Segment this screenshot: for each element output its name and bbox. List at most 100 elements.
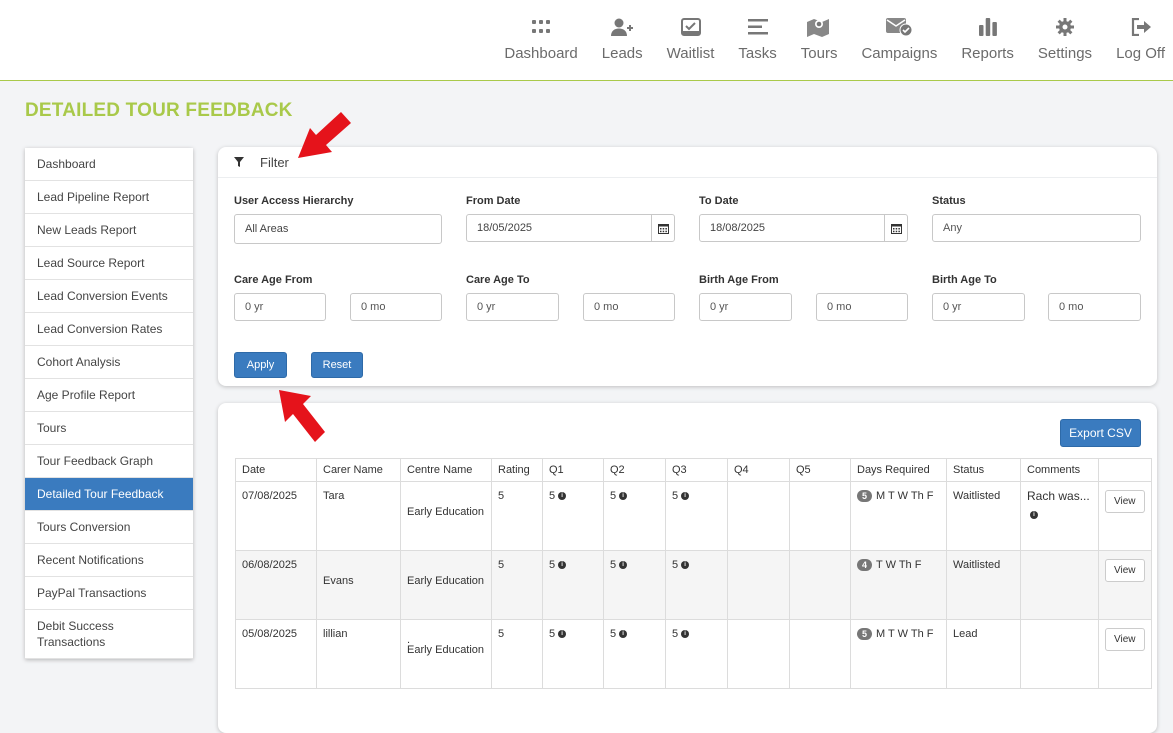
yr-placeholder: 0 yr [943,301,962,313]
col-date[interactable]: Date [235,458,317,482]
sidebar-item-paypal-transactions[interactable]: PayPal Transactions [25,577,193,610]
col-q5[interactable]: Q5 [789,458,851,482]
q3-value: 5 [672,559,679,571]
view-button[interactable]: View [1105,490,1145,513]
q1-value: 5 [549,628,556,640]
nav-log-off[interactable]: Log Off [1116,14,1165,62]
info-icon[interactable]: i [1030,510,1038,519]
cell-q1: 5i [542,619,604,689]
sign-out-icon [1131,14,1151,40]
nav-reports[interactable]: Reports [961,14,1014,62]
info-icon[interactable]: i [681,630,690,639]
red-arrow-filter-annotation [298,112,351,158]
sidebar-item-age-profile-report[interactable]: Age Profile Report [25,379,193,412]
sidebar-item-recent-notifications[interactable]: Recent Notifications [25,544,193,577]
reports-sidebar: Dashboard Lead Pipeline Report New Leads… [25,148,193,659]
centre-name: Early Education [407,644,485,656]
col-comments[interactable]: Comments [1020,458,1099,482]
sidebar-item-tour-feedback-graph[interactable]: Tour Feedback Graph [25,445,193,478]
nav-tasks[interactable]: Tasks [738,14,777,62]
col-q2[interactable]: Q2 [603,458,666,482]
days-list: M T W Th F [876,490,934,502]
birth-age-to-yr-input[interactable]: 0 yr [932,293,1025,321]
sidebar-item-debit-success-transactions[interactable]: Debit Success Transactions [25,610,193,659]
care-age-to-yr-input[interactable]: 0 yr [466,293,559,321]
sidebar-item-lead-pipeline-report[interactable]: Lead Pipeline Report [25,181,193,214]
filter-panel: Filter User Access Hierarchy All Areas F… [218,147,1157,386]
col-q3[interactable]: Q3 [665,458,728,482]
calendar-icon[interactable] [884,215,907,241]
nav-label: Reports [961,45,1014,62]
col-rating[interactable]: Rating [491,458,543,482]
to-date-input[interactable]: 18/08/2025 [699,214,908,242]
sidebar-item-tours-conversion[interactable]: Tours Conversion [25,511,193,544]
status-input[interactable]: Any [932,214,1141,242]
inbox-check-icon [680,14,701,40]
info-icon[interactable]: i [558,561,567,570]
birth-age-from-mo-input[interactable]: 0 mo [816,293,908,321]
col-q1[interactable]: Q1 [542,458,604,482]
mo-placeholder: 0 mo [1059,301,1084,313]
care-age-from-mo-input[interactable]: 0 mo [350,293,442,321]
nav-settings[interactable]: Settings [1038,14,1092,62]
cell-q1: 5i [542,481,604,551]
main-nav: Dashboard Leads Waitlist Tasks Tours Cam… [492,14,1173,62]
birth-age-to-mo-input[interactable]: 0 mo [1048,293,1141,321]
filter-title: Filter [260,154,289,170]
col-days-required[interactable]: Days Required [850,458,947,482]
sidebar-item-lead-conversion-events[interactable]: Lead Conversion Events [25,280,193,313]
sidebar-item-dashboard[interactable]: Dashboard [25,148,193,181]
from-date-input[interactable]: 18/05/2025 [466,214,675,242]
nav-campaigns[interactable]: Campaigns [861,14,937,62]
yr-placeholder: 0 yr [710,301,729,313]
cell-q1: 5i [542,550,604,620]
info-icon[interactable]: i [619,492,628,501]
q1-value: 5 [549,490,556,502]
cell-carer: Tara [316,481,401,551]
dashboard-grid-icon [532,14,551,40]
care-age-from-label: Care Age From [234,274,313,286]
filter-header[interactable]: Filter [218,147,1157,178]
col-q4[interactable]: Q4 [727,458,790,482]
nav-waitlist[interactable]: Waitlist [667,14,714,62]
yr-placeholder: 0 yr [245,301,264,313]
user-access-select[interactable]: All Areas [234,214,442,244]
view-button[interactable]: View [1105,559,1145,582]
birth-age-from-yr-input[interactable]: 0 yr [699,293,792,321]
days-list: T W Th F [876,559,922,571]
status-placeholder: Any [943,222,962,234]
col-status[interactable]: Status [946,458,1021,482]
info-icon[interactable]: i [681,492,690,501]
calendar-icon[interactable] [651,215,674,241]
mo-placeholder: 0 mo [827,301,852,313]
col-carer-name[interactable]: Carer Name [316,458,401,482]
days-list: M T W Th F [876,628,934,640]
info-icon[interactable]: i [558,630,567,639]
sidebar-item-detailed-tour-feedback[interactable]: Detailed Tour Feedback [25,478,193,511]
to-date-value: 18/08/2025 [710,222,766,234]
col-centre-name[interactable]: Centre Name [400,458,492,482]
export-csv-button[interactable]: Export CSV [1060,419,1141,447]
sidebar-item-new-leads-report[interactable]: New Leads Report [25,214,193,247]
reset-button[interactable]: Reset [311,352,363,378]
info-icon[interactable]: i [619,561,628,570]
feedback-table-panel: Export CSV Date Carer Name Centre Name R… [218,403,1157,733]
sidebar-item-lead-source-report[interactable]: Lead Source Report [25,247,193,280]
apply-button[interactable]: Apply [234,352,287,378]
info-icon[interactable]: i [681,561,690,570]
info-icon[interactable]: i [558,492,567,501]
cell-q3: 5i [665,619,728,689]
sidebar-item-tours[interactable]: Tours [25,412,193,445]
mo-placeholder: 0 mo [594,301,619,313]
care-age-to-mo-input[interactable]: 0 mo [583,293,675,321]
info-icon[interactable]: i [619,630,628,639]
sidebar-item-lead-conversion-rates[interactable]: Lead Conversion Rates [25,313,193,346]
filter-icon [234,157,244,167]
nav-leads[interactable]: Leads [602,14,643,62]
care-age-from-yr-input[interactable]: 0 yr [234,293,326,321]
nav-tours[interactable]: Tours [801,14,837,62]
sidebar-item-cohort-analysis[interactable]: Cohort Analysis [25,346,193,379]
cell-q5 [789,619,851,689]
view-button[interactable]: View [1105,628,1145,651]
nav-dashboard[interactable]: Dashboard [504,14,578,62]
